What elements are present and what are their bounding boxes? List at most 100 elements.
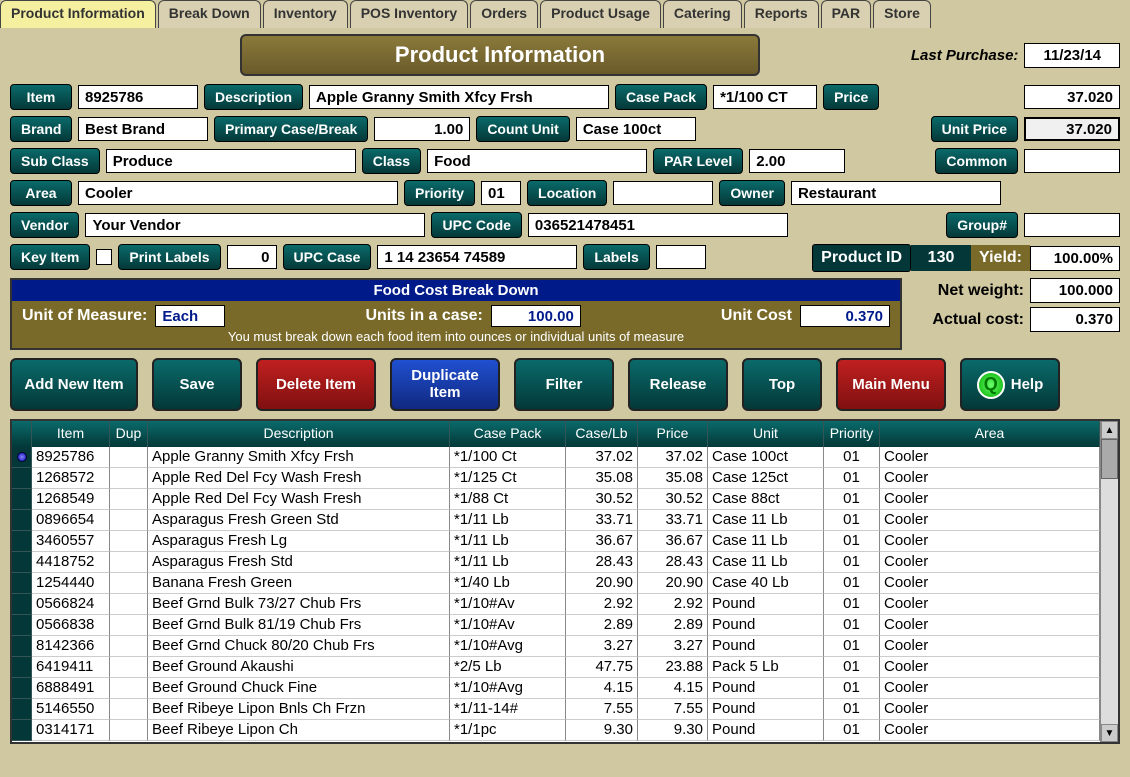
row-marker[interactable] xyxy=(12,615,32,636)
vendor-label-button[interactable]: Vendor xyxy=(10,212,79,238)
table-row[interactable]: 0566824Beef Grnd Bulk 73/27 Chub Frs*1/1… xyxy=(12,594,1100,615)
common-input[interactable] xyxy=(1024,149,1120,173)
tab-reports[interactable]: Reports xyxy=(744,0,819,28)
table-row[interactable]: 0314171Beef Ribeye Lipon Ch*1/1pc9.309.3… xyxy=(12,720,1100,741)
row-marker[interactable] xyxy=(12,699,32,720)
class-label-button[interactable]: Class xyxy=(362,148,421,174)
print-labels-label-button[interactable]: Print Labels xyxy=(118,244,220,270)
vendor-input[interactable] xyxy=(85,213,425,237)
table-row[interactable]: 4418752Asparagus Fresh Std*1/11 Lb28.432… xyxy=(12,552,1100,573)
table-row[interactable]: 1268572Apple Red Del Fcy Wash Fresh*1/12… xyxy=(12,468,1100,489)
row-marker[interactable] xyxy=(12,489,32,510)
labels-input[interactable] xyxy=(656,245,706,269)
scroll-thumb[interactable] xyxy=(1101,439,1118,479)
row-marker[interactable] xyxy=(12,657,32,678)
group-no-label-button[interactable]: Group# xyxy=(946,212,1018,238)
top-button[interactable]: Top xyxy=(742,358,822,411)
count-unit-input[interactable] xyxy=(576,117,696,141)
class-input[interactable] xyxy=(427,149,647,173)
location-label-button[interactable]: Location xyxy=(527,180,607,206)
par-level-label-button[interactable]: PAR Level xyxy=(653,148,743,174)
grid-header-price[interactable]: Price xyxy=(638,421,708,447)
release-button[interactable]: Release xyxy=(628,358,728,411)
area-label-button[interactable]: Area xyxy=(10,180,72,206)
row-marker[interactable] xyxy=(12,636,32,657)
grid-header-area[interactable]: Area xyxy=(880,421,1100,447)
tab-par[interactable]: PAR xyxy=(821,0,872,28)
table-row[interactable]: 8142366Beef Grnd Chuck 80/20 Chub Frs*1/… xyxy=(12,636,1100,657)
table-row[interactable]: 6419411Beef Ground Akaushi*2/5 Lb47.7523… xyxy=(12,657,1100,678)
grid-header-item[interactable]: Item xyxy=(32,421,110,447)
count-unit-label-button[interactable]: Count Unit xyxy=(476,116,570,142)
case-pack-input[interactable] xyxy=(713,85,817,109)
brand-input[interactable] xyxy=(78,117,208,141)
uom-input[interactable] xyxy=(155,305,225,327)
filter-button[interactable]: Filter xyxy=(514,358,614,411)
tab-product-information[interactable]: Product Information xyxy=(0,0,156,28)
table-row[interactable]: 3460557Asparagus Fresh Lg*1/11 Lb36.6736… xyxy=(12,531,1100,552)
tab-product-usage[interactable]: Product Usage xyxy=(540,0,661,28)
brand-label-button[interactable]: Brand xyxy=(10,116,72,142)
table-row[interactable]: 1254440Banana Fresh Green*1/40 Lb20.9020… xyxy=(12,573,1100,594)
grid-header-case-lb[interactable]: Case/Lb xyxy=(566,421,638,447)
row-marker[interactable] xyxy=(12,468,32,489)
row-marker[interactable] xyxy=(12,552,32,573)
scroll-down-icon[interactable]: ▼ xyxy=(1101,724,1118,742)
priority-input[interactable] xyxy=(481,181,521,205)
help-button[interactable]: Q Help xyxy=(960,358,1060,411)
upc-case-input[interactable] xyxy=(377,245,577,269)
units-in-case-input[interactable] xyxy=(491,305,581,327)
primary-case-break-label-button[interactable]: Primary Case/Break xyxy=(214,116,368,142)
sub-class-input[interactable] xyxy=(106,149,356,173)
tab-break-down[interactable]: Break Down xyxy=(158,0,261,28)
delete-item-button[interactable]: Delete Item xyxy=(256,358,376,411)
par-level-input[interactable] xyxy=(749,149,845,173)
owner-input[interactable] xyxy=(791,181,1001,205)
tab-inventory[interactable]: Inventory xyxy=(263,0,348,28)
tab-store[interactable]: Store xyxy=(873,0,931,28)
price-input[interactable] xyxy=(1024,85,1120,109)
upc-case-label-button[interactable]: UPC Case xyxy=(283,244,372,270)
tab-orders[interactable]: Orders xyxy=(470,0,538,28)
row-marker[interactable] xyxy=(12,510,32,531)
grid-header-priority[interactable]: Priority xyxy=(824,421,880,447)
row-marker[interactable] xyxy=(12,678,32,699)
grid-header-case-pack[interactable]: Case Pack xyxy=(450,421,566,447)
row-marker[interactable] xyxy=(12,447,32,468)
table-row[interactable]: 0566838Beef Grnd Bulk 81/19 Chub Frs*1/1… xyxy=(12,615,1100,636)
upc-code-label-button[interactable]: UPC Code xyxy=(431,212,521,238)
duplicate-item-button[interactable]: Duplicate Item xyxy=(390,358,500,411)
labels-label-button[interactable]: Labels xyxy=(583,244,649,270)
table-row[interactable]: 0896654Asparagus Fresh Green Std*1/11 Lb… xyxy=(12,510,1100,531)
tab-pos-inventory[interactable]: POS Inventory xyxy=(350,0,468,28)
scroll-up-icon[interactable]: ▲ xyxy=(1101,421,1118,439)
table-row[interactable]: 1268549Apple Red Del Fcy Wash Fresh*1/88… xyxy=(12,489,1100,510)
grid-header-unit[interactable]: Unit xyxy=(708,421,824,447)
location-input[interactable] xyxy=(613,181,713,205)
description-label-button[interactable]: Description xyxy=(204,84,303,110)
table-row[interactable]: 8925786Apple Granny Smith Xfcy Frsh*1/10… xyxy=(12,447,1100,468)
main-menu-button[interactable]: Main Menu xyxy=(836,358,946,411)
table-row[interactable]: 5146550Beef Ribeye Lipon Bnls Ch Frzn*1/… xyxy=(12,699,1100,720)
owner-label-button[interactable]: Owner xyxy=(719,180,785,206)
table-row[interactable]: 6888491Beef Ground Chuck Fine*1/10#Avg4.… xyxy=(12,678,1100,699)
add-new-item-button[interactable]: Add New Item xyxy=(10,358,138,411)
primary-case-break-input[interactable] xyxy=(374,117,470,141)
price-label-button[interactable]: Price xyxy=(823,84,879,110)
key-item-label-button[interactable]: Key Item xyxy=(10,244,90,270)
grid-header-description[interactable]: Description xyxy=(148,421,450,447)
grid-scrollbar[interactable]: ▲ ▼ xyxy=(1100,421,1118,742)
row-marker[interactable] xyxy=(12,594,32,615)
description-input[interactable] xyxy=(309,85,609,109)
row-marker[interactable] xyxy=(12,573,32,594)
grid-header-marker[interactable] xyxy=(12,421,32,447)
upc-code-input[interactable] xyxy=(528,213,788,237)
unit-cost-input[interactable] xyxy=(800,305,890,327)
row-marker[interactable] xyxy=(12,720,32,741)
item-label-button[interactable]: Item xyxy=(10,84,72,110)
print-labels-input[interactable] xyxy=(227,245,277,269)
save-button[interactable]: Save xyxy=(152,358,242,411)
common-label-button[interactable]: Common xyxy=(935,148,1018,174)
grid-header-dup[interactable]: Dup xyxy=(110,421,148,447)
area-input[interactable] xyxy=(78,181,398,205)
